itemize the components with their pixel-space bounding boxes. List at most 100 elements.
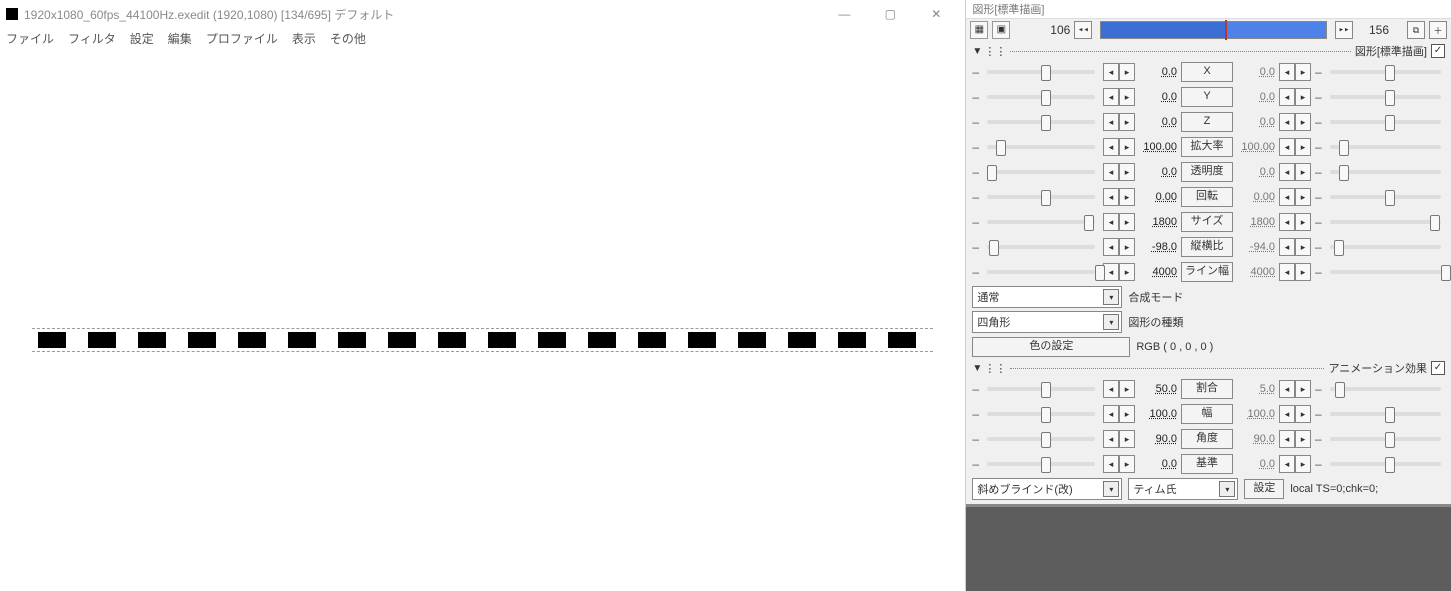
param-name-button[interactable]: 基準 xyxy=(1181,454,1233,474)
step-left-button[interactable]: ◂ xyxy=(1103,113,1119,131)
param-value-right[interactable]: 4000 xyxy=(1237,266,1275,278)
step-right-button[interactable]: ▸ xyxy=(1295,380,1311,398)
param-slider-right[interactable] xyxy=(1330,170,1441,174)
toolbar-icon-2[interactable]: ▣ xyxy=(992,21,1010,39)
step-right-button[interactable]: ▸ xyxy=(1119,138,1135,156)
step-right-button[interactable]: ▸ xyxy=(1295,455,1311,473)
param-slider-right[interactable] xyxy=(1330,220,1441,224)
param-slider-left[interactable] xyxy=(987,437,1095,441)
step-left-button[interactable]: ◂ xyxy=(1103,238,1119,256)
param-slider-left[interactable] xyxy=(987,245,1095,249)
param-name-button[interactable]: 透明度 xyxy=(1181,162,1233,182)
section-header-anim[interactable]: ▼ ⋮⋮ アニメーション効果 ✓ xyxy=(972,360,1445,376)
step-left-button[interactable]: ◂ xyxy=(1279,113,1295,131)
step-right-button[interactable]: ▸ xyxy=(1295,238,1311,256)
step-right-button[interactable]: ▸ xyxy=(1295,405,1311,423)
step-left-button[interactable]: ◂ xyxy=(1103,263,1119,281)
step-left-button[interactable]: ◂ xyxy=(1279,88,1295,106)
param-value-left[interactable]: 0.0 xyxy=(1139,116,1177,128)
step-right-button[interactable]: ▸ xyxy=(1119,238,1135,256)
step-right-button[interactable]: ▸ xyxy=(1119,163,1135,181)
close-button[interactable]: ✕ xyxy=(913,0,959,28)
param-slider-right[interactable] xyxy=(1330,412,1441,416)
param-value-left[interactable]: 0.0 xyxy=(1139,91,1177,103)
param-slider-right[interactable] xyxy=(1330,145,1441,149)
step-left-button[interactable]: ◂ xyxy=(1103,455,1119,473)
menu-setting[interactable]: 設定 xyxy=(130,30,154,47)
param-slider-left[interactable] xyxy=(987,195,1095,199)
param-slider-left[interactable] xyxy=(987,170,1095,174)
step-left-button[interactable]: ◂ xyxy=(1103,63,1119,81)
param-value-right[interactable]: 1800 xyxy=(1237,216,1275,228)
param-slider-right[interactable] xyxy=(1330,195,1441,199)
step-left-button[interactable]: ◂ xyxy=(1279,63,1295,81)
menu-file[interactable]: ファイル xyxy=(6,30,54,47)
maximize-button[interactable]: ▢ xyxy=(867,0,913,28)
param-value-left[interactable]: 4000 xyxy=(1139,266,1177,278)
seek-start-button[interactable]: ◂◂ xyxy=(1074,21,1092,39)
param-value-left[interactable]: 0.0 xyxy=(1139,166,1177,178)
step-right-button[interactable]: ▸ xyxy=(1295,163,1311,181)
param-name-button[interactable]: 角度 xyxy=(1181,429,1233,449)
param-slider-right[interactable] xyxy=(1330,70,1441,74)
param-value-right[interactable]: 100.0 xyxy=(1237,408,1275,420)
step-right-button[interactable]: ▸ xyxy=(1295,213,1311,231)
param-name-button[interactable]: 回転 xyxy=(1181,187,1233,207)
step-right-button[interactable]: ▸ xyxy=(1119,113,1135,131)
param-value-left[interactable]: 0.00 xyxy=(1139,191,1177,203)
anim-settings-button[interactable]: 設定 xyxy=(1244,479,1284,499)
param-value-left[interactable]: 1800 xyxy=(1139,216,1177,228)
step-right-button[interactable]: ▸ xyxy=(1119,63,1135,81)
step-right-button[interactable]: ▸ xyxy=(1295,63,1311,81)
seek-end-button[interactable]: ▸▸ xyxy=(1335,21,1353,39)
param-value-left[interactable]: 50.0 xyxy=(1139,383,1177,395)
param-slider-left[interactable] xyxy=(987,412,1095,416)
step-left-button[interactable]: ◂ xyxy=(1279,188,1295,206)
param-slider-right[interactable] xyxy=(1330,437,1441,441)
step-right-button[interactable]: ▸ xyxy=(1119,213,1135,231)
param-slider-left[interactable] xyxy=(987,145,1095,149)
param-slider-left[interactable] xyxy=(987,120,1095,124)
menu-edit[interactable]: 編集 xyxy=(168,30,192,47)
step-right-button[interactable]: ▸ xyxy=(1295,88,1311,106)
param-slider-right[interactable] xyxy=(1330,245,1441,249)
param-value-right[interactable]: 0.0 xyxy=(1237,458,1275,470)
step-right-button[interactable]: ▸ xyxy=(1119,455,1135,473)
blend-mode-combo[interactable]: 通常 ▾ xyxy=(972,286,1122,308)
param-slider-right[interactable] xyxy=(1330,387,1441,391)
frame-left[interactable]: 106 xyxy=(1038,23,1070,37)
step-right-button[interactable]: ▸ xyxy=(1119,405,1135,423)
param-slider-right[interactable] xyxy=(1330,95,1441,99)
step-right-button[interactable]: ▸ xyxy=(1119,263,1135,281)
param-slider-left[interactable] xyxy=(987,70,1095,74)
param-value-right[interactable]: 0.0 xyxy=(1237,91,1275,103)
step-left-button[interactable]: ◂ xyxy=(1279,213,1295,231)
step-left-button[interactable]: ◂ xyxy=(1103,88,1119,106)
param-name-button[interactable]: 割合 xyxy=(1181,379,1233,399)
param-value-right[interactable]: 0.0 xyxy=(1237,116,1275,128)
param-name-button[interactable]: X xyxy=(1181,62,1233,82)
section-grip-icon[interactable]: ⋮⋮ xyxy=(984,45,1006,58)
step-right-button[interactable]: ▸ xyxy=(1119,380,1135,398)
param-slider-left[interactable] xyxy=(987,220,1095,224)
param-value-left[interactable]: 100.0 xyxy=(1139,408,1177,420)
param-name-button[interactable]: Y xyxy=(1181,87,1233,107)
param-slider-right[interactable] xyxy=(1330,120,1441,124)
param-slider-left[interactable] xyxy=(987,462,1095,466)
step-right-button[interactable]: ▸ xyxy=(1119,430,1135,448)
step-right-button[interactable]: ▸ xyxy=(1119,188,1135,206)
minimize-button[interactable]: — xyxy=(821,0,867,28)
section-enable-checkbox[interactable]: ✓ xyxy=(1431,44,1445,58)
add-up-button[interactable]: ⧉ xyxy=(1407,21,1425,39)
step-left-button[interactable]: ◂ xyxy=(1103,380,1119,398)
param-value-right[interactable]: 100.00 xyxy=(1237,141,1275,153)
param-slider-right[interactable] xyxy=(1330,270,1441,274)
step-left-button[interactable]: ◂ xyxy=(1279,238,1295,256)
param-name-button[interactable]: サイズ xyxy=(1181,212,1233,232)
color-button[interactable]: 色の設定 xyxy=(972,337,1130,357)
step-left-button[interactable]: ◂ xyxy=(1103,188,1119,206)
toolbar-icon-1[interactable]: ▦ xyxy=(970,21,988,39)
step-right-button[interactable]: ▸ xyxy=(1295,188,1311,206)
param-value-right[interactable]: -94.0 xyxy=(1237,241,1275,253)
param-slider-right[interactable] xyxy=(1330,462,1441,466)
